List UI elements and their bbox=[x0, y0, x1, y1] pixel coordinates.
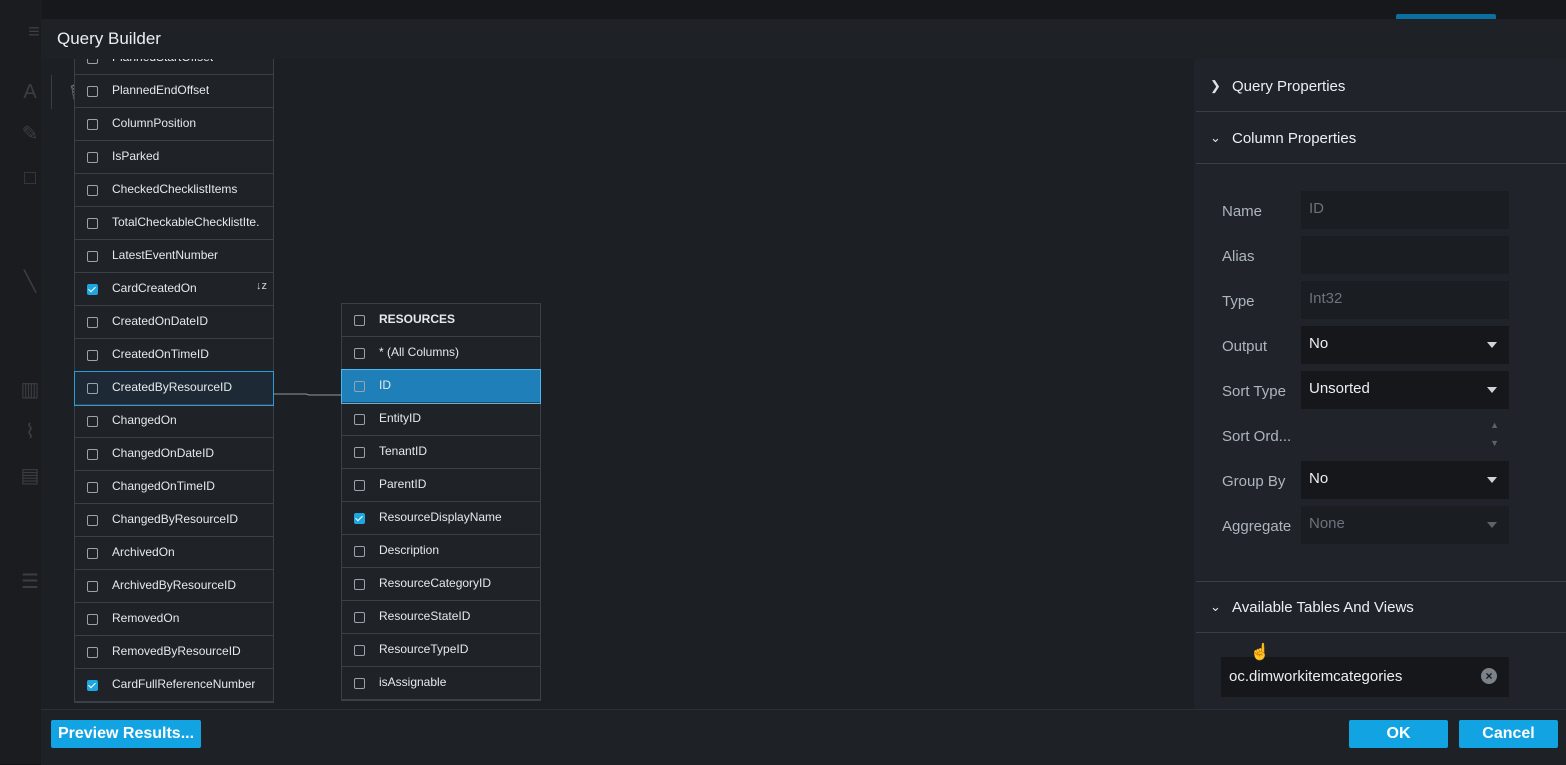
background-sidebar: ≡ A ✎ □ ╲ ▥ ⌇ ▤ ☰ bbox=[0, 0, 42, 764]
table-row[interactable]: isAssignable bbox=[342, 667, 540, 700]
spin-down-icon[interactable]: ▼ bbox=[1490, 438, 1499, 448]
table-row[interactable]: ID bbox=[341, 369, 541, 404]
table-row[interactable]: ResourceStateID bbox=[342, 601, 540, 634]
query-properties-section[interactable]: ❯ Query Properties bbox=[1196, 61, 1566, 112]
output-label: Output bbox=[1222, 338, 1268, 355]
aggregate-value: None bbox=[1309, 515, 1345, 532]
column-name: ResourceCategoryID bbox=[379, 576, 492, 590]
column-name: TenantID bbox=[379, 444, 428, 458]
table-resources: RESOURCES * (All Columns) ID EntityID Tenant… bbox=[341, 303, 541, 701]
group-by-dropdown[interactable]: No bbox=[1301, 461, 1509, 499]
dropdown-arrow-icon bbox=[1487, 522, 1497, 528]
column-checkbox[interactable] bbox=[354, 447, 365, 458]
table-row[interactable]: * (All Columns) bbox=[342, 337, 540, 370]
table-row[interactable]: ResourceDisplayName bbox=[342, 502, 540, 535]
table-row[interactable]: Description bbox=[342, 535, 540, 568]
group-by-label: Group By bbox=[1222, 473, 1286, 490]
available-tables-section[interactable]: ⌄ Available Tables And Views bbox=[1196, 581, 1566, 633]
dialog-title: Query Builder bbox=[57, 29, 161, 48]
dropdown-arrow-icon bbox=[1487, 477, 1497, 483]
name-field[interactable]: ID bbox=[1301, 191, 1509, 229]
bar-chart-icon: ▥ bbox=[20, 379, 40, 401]
line-chart-icon: ⌇ bbox=[25, 421, 35, 443]
column-name: * (All Columns) bbox=[379, 345, 460, 359]
name-label: Name bbox=[1222, 203, 1263, 220]
column-checkbox[interactable] bbox=[354, 678, 365, 689]
table-row[interactable]: TenantID bbox=[342, 436, 540, 469]
column-checkbox[interactable] bbox=[354, 480, 365, 491]
alias-label: Alias bbox=[1222, 248, 1255, 265]
type-field[interactable]: Int32 bbox=[1301, 281, 1509, 319]
table-row[interactable]: ParentID bbox=[342, 469, 540, 502]
column-checkbox[interactable] bbox=[354, 381, 365, 392]
list-icon: ☰ bbox=[21, 571, 39, 593]
sort-type-value: Unsorted bbox=[1309, 380, 1370, 397]
table-row[interactable]: EntityID bbox=[342, 403, 540, 436]
group-by-value: No bbox=[1309, 470, 1329, 487]
text-tool-icon: A bbox=[23, 81, 37, 103]
column-name: ResourceTypeID bbox=[379, 642, 469, 656]
column-name: ResourceDisplayName bbox=[379, 510, 502, 524]
table-checkbox[interactable] bbox=[354, 315, 365, 326]
ok-button[interactable]: OK bbox=[1349, 720, 1448, 748]
column-name: isAssignable bbox=[379, 675, 447, 689]
column-checkbox[interactable] bbox=[354, 513, 365, 524]
dropdown-arrow-icon bbox=[1487, 387, 1497, 393]
edit-icon: ✎ bbox=[21, 123, 39, 145]
query-properties-title: Query Properties bbox=[1232, 78, 1346, 95]
output-dropdown[interactable]: No bbox=[1301, 326, 1509, 364]
chevron-down-icon: ⌄ bbox=[1210, 130, 1221, 145]
table-header[interactable]: RESOURCES bbox=[342, 304, 540, 337]
preview-results-button[interactable]: Preview Results... bbox=[51, 720, 201, 748]
column-checkbox[interactable] bbox=[354, 546, 365, 557]
type-label: Type bbox=[1222, 293, 1255, 310]
sort-order-stepper[interactable]: ▲ ▼ bbox=[1301, 416, 1509, 454]
column-name: ResourceStateID bbox=[379, 609, 471, 623]
column-name: EntityID bbox=[379, 411, 422, 425]
sort-type-dropdown[interactable]: Unsorted bbox=[1301, 371, 1509, 409]
clipboard-icon: ▤ bbox=[20, 465, 40, 487]
column-name: Description bbox=[379, 543, 440, 557]
join-lines bbox=[273, 393, 341, 396]
table-title: RESOURCES bbox=[379, 312, 456, 326]
column-checkbox[interactable] bbox=[354, 348, 365, 359]
column-properties-section[interactable]: ⌄ Column Properties bbox=[1196, 113, 1566, 164]
column-checkbox[interactable] bbox=[354, 414, 365, 425]
sort-order-label: Sort Ord... bbox=[1222, 428, 1292, 445]
spin-up-icon[interactable]: ▲ bbox=[1490, 420, 1499, 430]
dropdown-arrow-icon bbox=[1487, 342, 1497, 348]
dialog-footer: Preview Results... OK Cancel bbox=[41, 709, 1566, 765]
clear-icon[interactable]: × bbox=[1481, 668, 1497, 684]
output-value: No bbox=[1309, 335, 1329, 352]
rectangle-icon: □ bbox=[23, 167, 37, 189]
sort-type-label: Sort Type bbox=[1222, 383, 1286, 400]
available-tables-title: Available Tables And Views bbox=[1232, 599, 1414, 616]
table-row[interactable]: ResourceTypeID bbox=[342, 634, 540, 667]
table-search-value: oc.dimworkitemcategories bbox=[1229, 668, 1403, 685]
column-properties-title: Column Properties bbox=[1232, 130, 1357, 147]
column-checkbox[interactable] bbox=[354, 579, 365, 590]
query-builder-dialog: Query Builder 🗑 ↶ ↷ PlannedStartOffsetPl… bbox=[41, 19, 1566, 765]
table-search-input[interactable]: oc.dimworkitemcategories × bbox=[1221, 657, 1509, 697]
line-icon: ╲ bbox=[23, 271, 37, 293]
column-checkbox[interactable] bbox=[354, 612, 365, 623]
alias-field[interactable] bbox=[1301, 236, 1509, 274]
query-canvas[interactable]: 🗑 ↶ ↷ PlannedStartOffsetPlannedEndOffset… bbox=[41, 59, 1194, 709]
column-name: ID bbox=[379, 378, 391, 392]
column-checkbox[interactable] bbox=[354, 645, 365, 656]
join-line bbox=[273, 393, 341, 396]
pointer-cursor-icon: ☝ bbox=[1250, 644, 1270, 661]
chevron-right-icon: ❯ bbox=[1210, 78, 1221, 93]
aggregate-label: Aggregate bbox=[1222, 518, 1292, 535]
column-name: ParentID bbox=[379, 477, 427, 491]
table-row[interactable]: ResourceCategoryID bbox=[342, 568, 540, 601]
cancel-button[interactable]: Cancel bbox=[1459, 720, 1558, 748]
aggregate-dropdown[interactable]: None bbox=[1301, 506, 1509, 544]
chevron-down-icon: ⌄ bbox=[1210, 599, 1221, 614]
